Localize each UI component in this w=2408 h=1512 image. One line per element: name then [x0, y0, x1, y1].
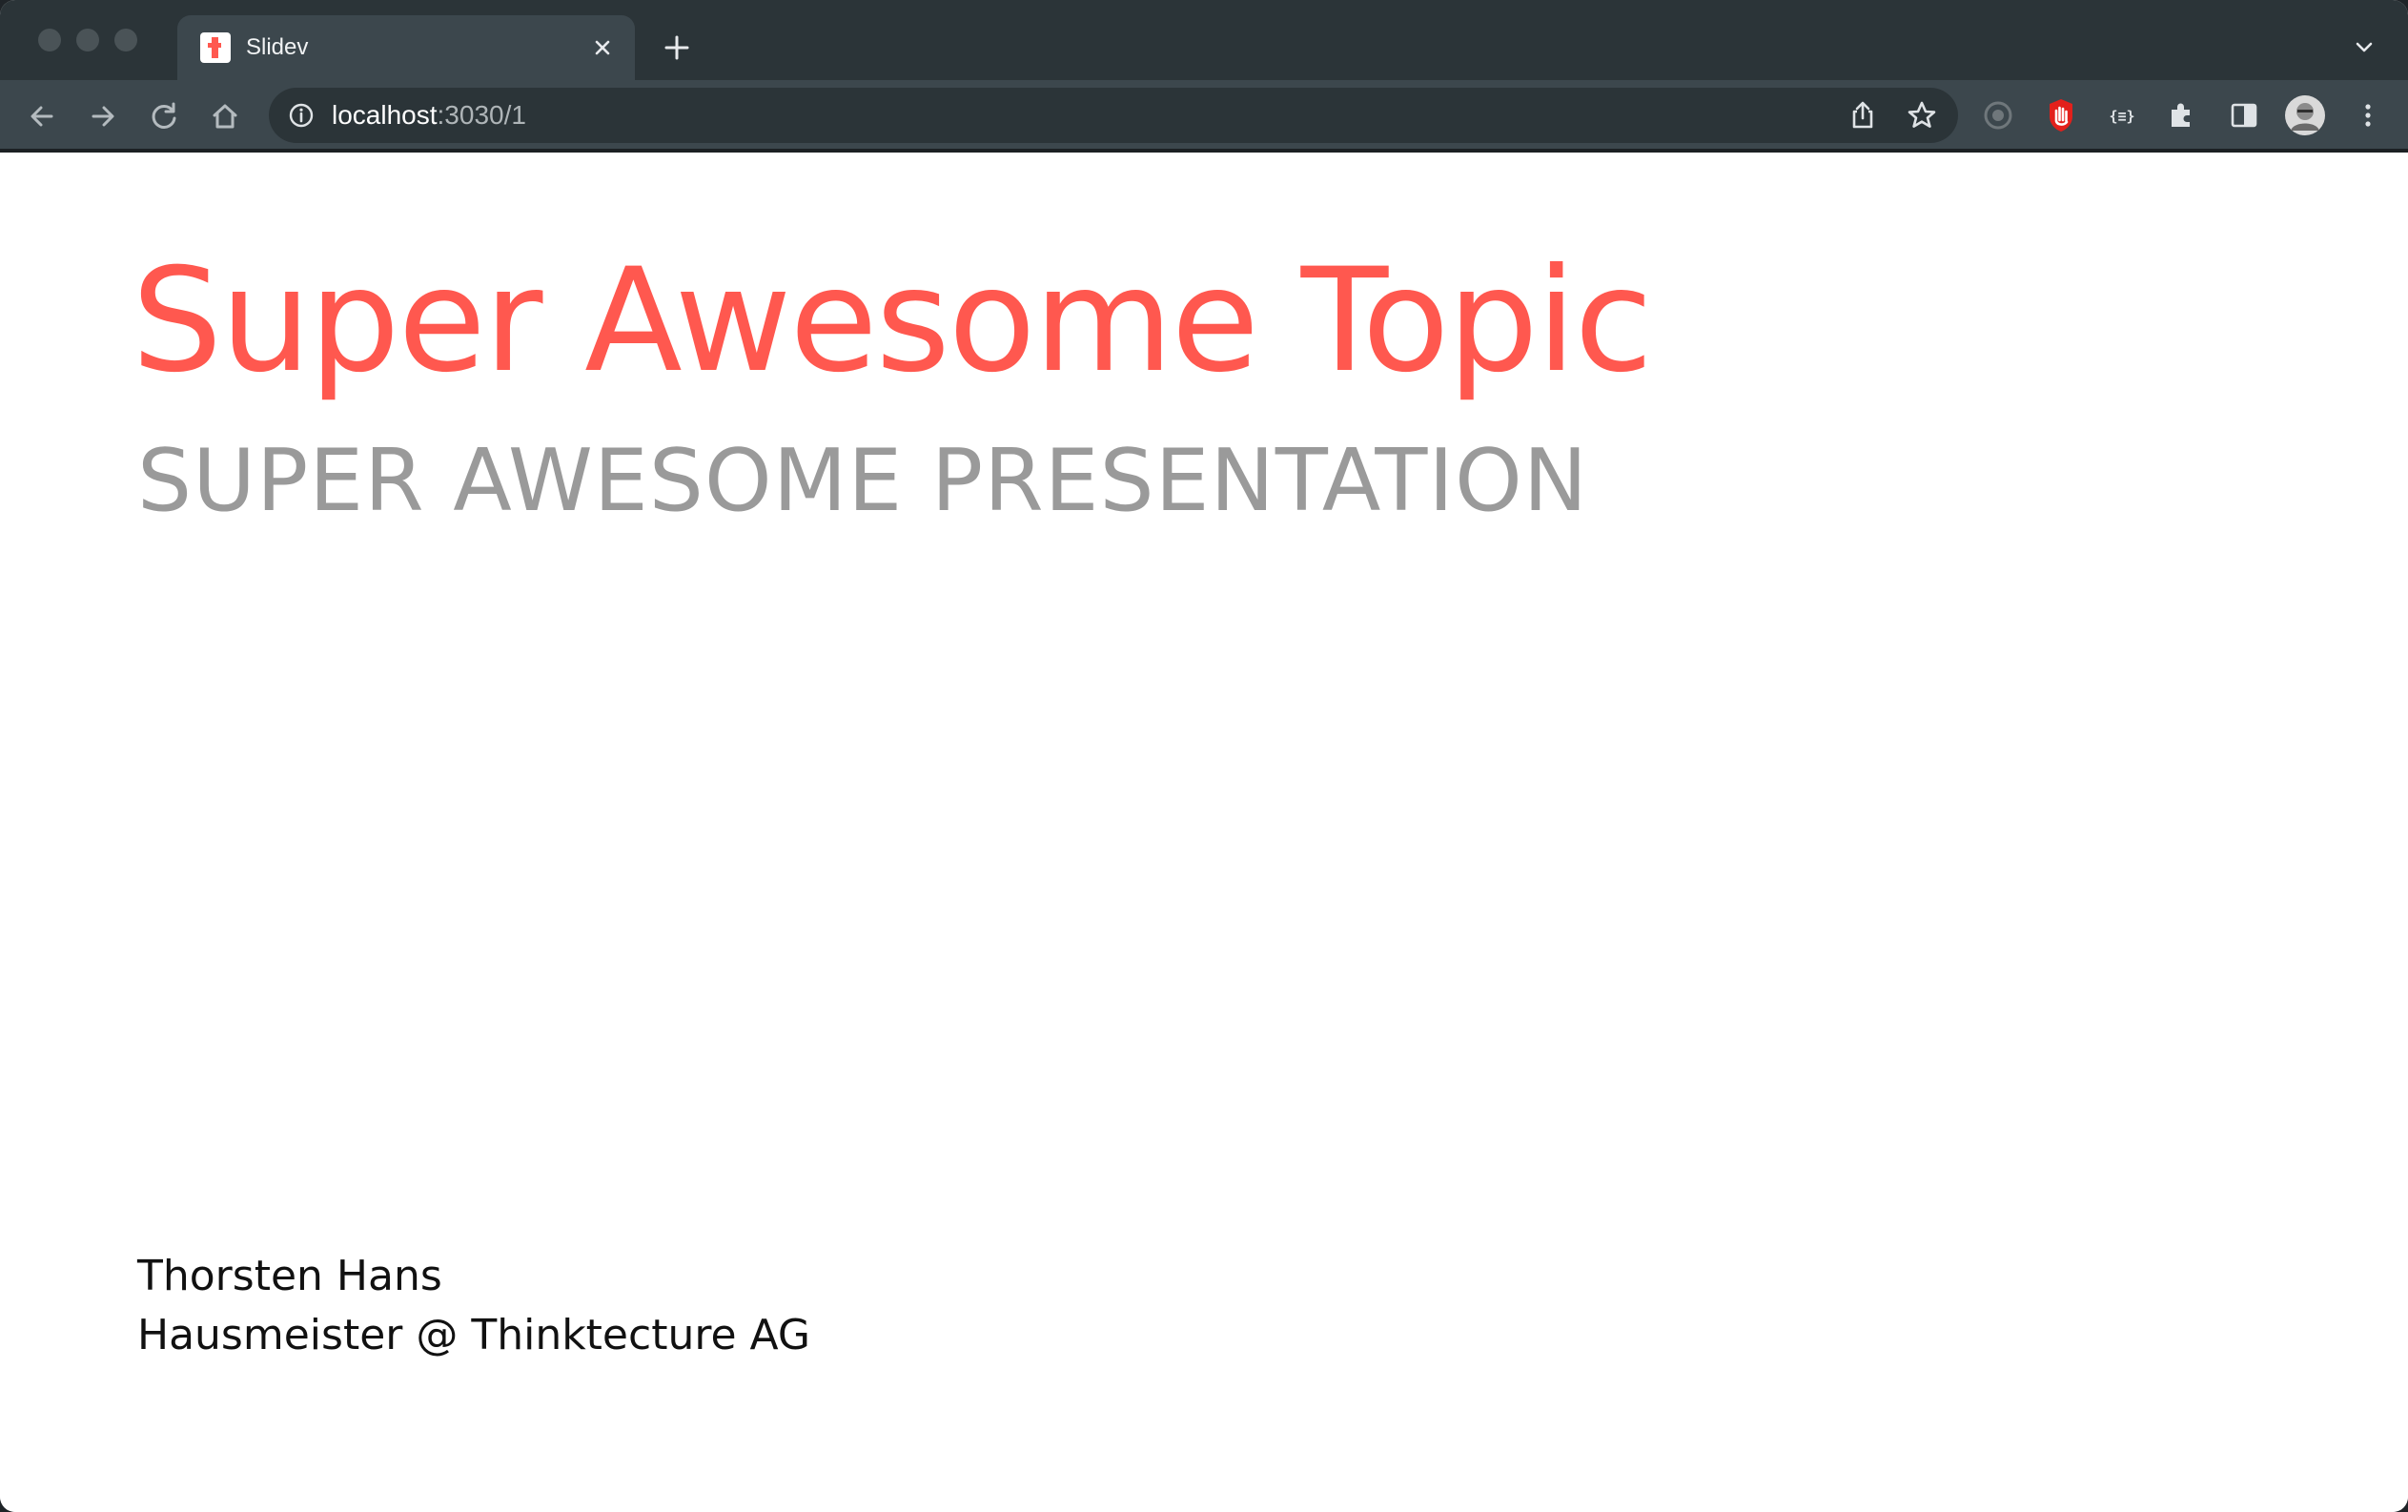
svg-text:{≡}: {≡} [2109, 108, 2134, 125]
close-window-button[interactable] [38, 29, 61, 51]
chevron-down-icon[interactable] [2351, 34, 2377, 61]
extension-circle-icon[interactable] [1979, 96, 2017, 134]
side-panel-icon[interactable] [2225, 96, 2263, 134]
home-icon[interactable] [206, 97, 244, 135]
new-tab-icon[interactable] [662, 32, 692, 63]
author-role: Hausmeister @ Thinktecture AG [137, 1311, 810, 1359]
tab-title: Slidev [246, 34, 309, 60]
star-icon[interactable] [1903, 96, 1941, 134]
address-bar[interactable]: localhost:3030/1 [269, 88, 1958, 143]
close-icon[interactable] [589, 34, 616, 61]
zoom-window-button[interactable] [114, 29, 137, 51]
browser-toolbar: localhost:3030/1 {≡} [0, 80, 2408, 151]
author-name: Thorsten Hans [137, 1252, 442, 1300]
forward-arrow-icon[interactable] [84, 97, 122, 135]
tab-slidev[interactable]: Slidev [177, 15, 635, 80]
slide-title: Super Awesome Topic [132, 238, 1653, 404]
reload-icon[interactable] [145, 97, 183, 135]
tab-strip: Slidev [0, 0, 2408, 80]
json-formatter-icon[interactable]: {≡} [2103, 96, 2141, 134]
thinktecture-favicon-icon [200, 32, 231, 63]
puzzle-icon[interactable] [2162, 96, 2200, 134]
minimize-window-button[interactable] [76, 29, 99, 51]
info-icon[interactable] [288, 102, 315, 129]
url-path: :3030/1 [437, 100, 526, 130]
back-arrow-icon[interactable] [23, 97, 61, 135]
slide-subtitle: SUPER AWESOME PRESENTATION [137, 431, 1589, 531]
hand-stop-icon[interactable] [2042, 96, 2080, 134]
browser-window: Slidev localhost:3030/1 {≡} Super Awesom… [0, 0, 2408, 1512]
kebab-menu-icon[interactable] [2349, 96, 2387, 134]
avatar[interactable] [2284, 94, 2326, 136]
share-icon[interactable] [1844, 96, 1882, 134]
slide-canvas[interactable]: Super Awesome Topic SUPER AWESOME PRESEN… [0, 153, 2408, 1512]
url-text[interactable]: localhost:3030/1 [332, 100, 526, 131]
url-host: localhost [332, 100, 438, 130]
author-block: Thorsten Hans Hausmeister @ Thinktecture… [137, 1247, 810, 1365]
